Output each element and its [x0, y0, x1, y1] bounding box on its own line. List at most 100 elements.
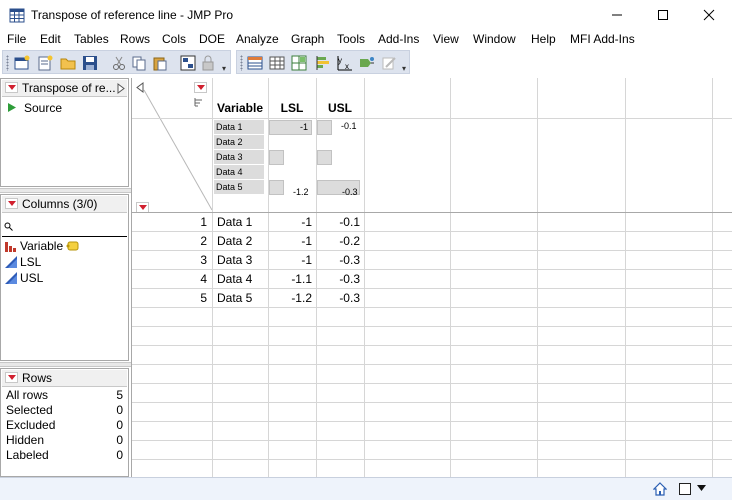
- new-script-icon[interactable]: [36, 54, 54, 72]
- copy-icon[interactable]: [130, 54, 148, 72]
- cell-usl[interactable]: -0.3: [317, 289, 360, 308]
- grid-line: [132, 364, 732, 365]
- cell-usl[interactable]: -0.3: [317, 270, 360, 289]
- menu-window[interactable]: Window: [473, 32, 516, 46]
- chevron-down-icon[interactable]: [697, 485, 706, 492]
- run-script-icon[interactable]: [7, 102, 17, 113]
- cell-lsl[interactable]: -1: [269, 213, 312, 232]
- menu-doe[interactable]: DOE: [199, 32, 225, 46]
- lsl-histogram-bar: [269, 180, 284, 195]
- grid-line: [364, 78, 365, 477]
- continuous-triangle-icon: [5, 256, 17, 268]
- open-folder-icon[interactable]: [59, 54, 77, 72]
- columns-header-red-triangle-icon[interactable]: [194, 82, 207, 93]
- column-search-box[interactable]: [2, 217, 127, 237]
- paste-icon[interactable]: [151, 54, 169, 72]
- fit-model-icon[interactable]: [358, 54, 376, 72]
- menu-graph[interactable]: Graph: [291, 32, 324, 46]
- sort-lines-icon[interactable]: [194, 97, 204, 107]
- lsl-min-value: -1.2: [293, 187, 309, 197]
- row-number[interactable]: 4: [132, 270, 207, 289]
- cell-variable[interactable]: Data 3: [217, 251, 252, 270]
- column-item-usl[interactable]: USL: [4, 270, 126, 286]
- journal-icon[interactable]: [179, 54, 197, 72]
- fit-y-by-x-icon[interactable]: yx: [336, 54, 354, 72]
- rows-stat-value: 5: [116, 388, 123, 402]
- toolbar-grip[interactable]: [6, 55, 9, 71]
- pane-splitter[interactable]: [0, 188, 131, 193]
- column-item-lsl[interactable]: LSL: [4, 254, 126, 270]
- menu-add-ins[interactable]: Add-Ins: [378, 32, 419, 46]
- grid-plus-icon[interactable]: [290, 54, 308, 72]
- row-number[interactable]: 2: [132, 232, 207, 251]
- cell-variable[interactable]: Data 2: [217, 232, 252, 251]
- close-button[interactable]: [686, 0, 732, 30]
- maximize-button[interactable]: [640, 0, 686, 30]
- table-panel-header: Transpose of re...: [2, 80, 127, 97]
- home-icon[interactable]: [653, 482, 667, 496]
- cell-usl[interactable]: -0.2: [317, 232, 360, 251]
- variable-level-label: Data 1: [214, 120, 264, 134]
- cell-lsl[interactable]: -1: [269, 251, 312, 270]
- cell-lsl[interactable]: -1.1: [269, 270, 312, 289]
- column-header-lsl[interactable]: LSL: [269, 101, 315, 115]
- status-bar: [0, 477, 732, 500]
- bar-chart-icon[interactable]: [314, 54, 332, 72]
- rows-stat-label: Hidden: [6, 433, 45, 447]
- menu-help[interactable]: Help: [531, 32, 556, 46]
- jmp-table-icon: [9, 8, 25, 23]
- column-search-input[interactable]: [16, 219, 124, 234]
- row-number[interactable]: 3: [132, 251, 207, 270]
- menu-analyze[interactable]: Analyze: [236, 32, 279, 46]
- pane-splitter[interactable]: [0, 362, 131, 367]
- minimize-icon: [612, 14, 622, 16]
- collapse-arrow-icon[interactable]: [117, 83, 125, 94]
- grid-line: [132, 118, 732, 119]
- save-icon[interactable]: [81, 54, 99, 72]
- cell-lsl[interactable]: -1: [269, 232, 312, 251]
- column-header-usl[interactable]: USL: [317, 101, 363, 115]
- lsl-histogram-bar: [269, 150, 284, 165]
- menu-edit[interactable]: Edit: [40, 32, 61, 46]
- menu-cols[interactable]: Cols: [162, 32, 186, 46]
- cut-icon[interactable]: [110, 54, 128, 72]
- row-number[interactable]: 5: [132, 289, 207, 308]
- grid-line: [132, 326, 732, 327]
- cell-variable[interactable]: Data 1: [217, 213, 252, 232]
- rows-panel-header: Rows: [2, 370, 127, 387]
- cell-usl[interactable]: -0.1: [317, 213, 360, 232]
- menu-view[interactable]: View: [433, 32, 459, 46]
- rows-red-triangle-icon[interactable]: [5, 372, 18, 383]
- cell-variable[interactable]: Data 4: [217, 270, 252, 289]
- column-header-variable[interactable]: Variable: [214, 101, 266, 115]
- expand-arrow-icon[interactable]: [136, 82, 144, 93]
- grid-line: [132, 383, 732, 384]
- menu-tables[interactable]: Tables: [74, 32, 109, 46]
- cell-usl[interactable]: -0.3: [317, 251, 360, 270]
- label-tag-icon: [66, 241, 79, 251]
- grid-line: [212, 78, 213, 477]
- toolbar-more-icon[interactable]: ▾: [222, 64, 226, 73]
- menu-bar: File Edit Tables Rows Cols DOE Analyze G…: [0, 30, 732, 49]
- minimize-button[interactable]: [594, 0, 640, 30]
- menu-tools[interactable]: Tools: [337, 32, 365, 46]
- menu-rows[interactable]: Rows: [120, 32, 150, 46]
- menu-file[interactable]: File: [7, 32, 26, 46]
- formula-table-icon[interactable]: [268, 54, 286, 72]
- data-table-icon[interactable]: [246, 54, 264, 72]
- grid-line: [132, 459, 732, 460]
- edit-disabled-icon[interactable]: [380, 54, 398, 72]
- new-table-icon[interactable]: [13, 54, 31, 72]
- row-number[interactable]: 1: [132, 213, 207, 232]
- cell-variable[interactable]: Data 5: [217, 289, 252, 308]
- columns-red-triangle-icon[interactable]: [5, 198, 18, 209]
- window-list-icon[interactable]: [678, 482, 692, 496]
- toolbar-grip[interactable]: [240, 55, 243, 71]
- cell-lsl[interactable]: -1.2: [269, 289, 312, 308]
- column-item-variable[interactable]: Variable: [4, 238, 126, 254]
- toolbar-more-icon[interactable]: ▾: [402, 64, 406, 73]
- table-red-triangle-icon[interactable]: [5, 82, 18, 93]
- menu-mfi-add-ins[interactable]: MFI Add-Ins: [570, 32, 635, 46]
- lock-icon[interactable]: [199, 54, 217, 72]
- grid-line: [450, 78, 451, 477]
